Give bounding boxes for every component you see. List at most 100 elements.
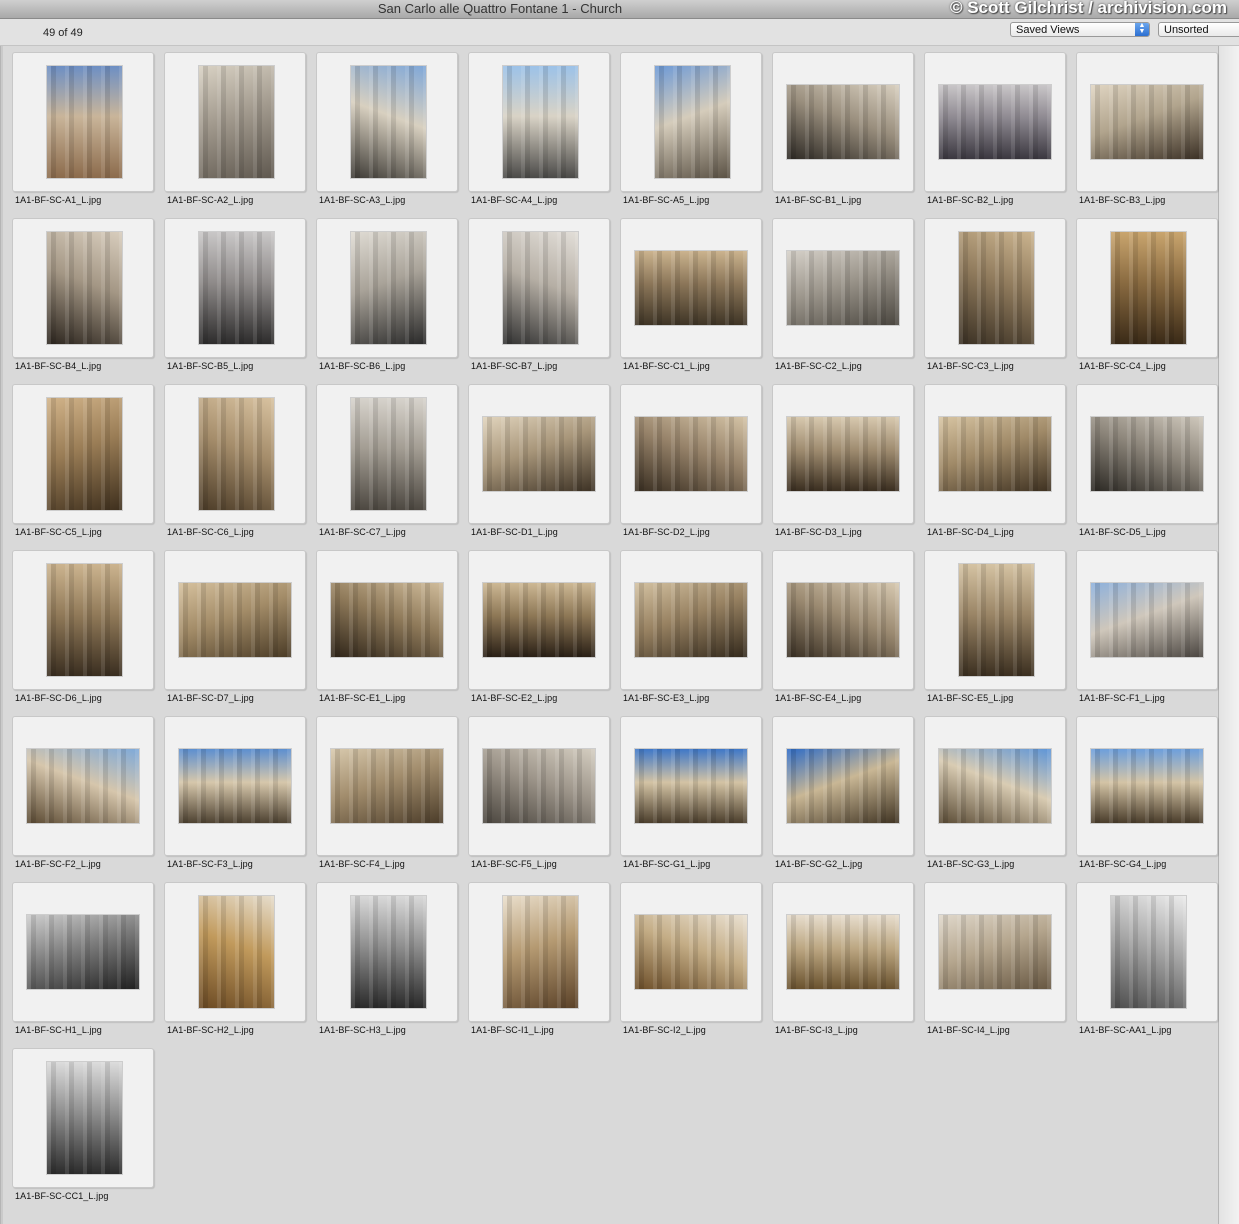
thumbnail-item[interactable]: 1A1-BF-SC-H1_L.jpg [3,876,155,1042]
photo-thumbnail[interactable] [503,66,578,178]
thumbnail-frame[interactable] [164,52,306,192]
thumbnail-frame[interactable] [468,218,610,358]
photo-thumbnail[interactable] [503,232,578,344]
thumbnail-frame[interactable] [316,218,458,358]
photo-thumbnail[interactable] [939,85,1051,159]
photo-thumbnail[interactable] [939,417,1051,491]
thumbnail-item[interactable]: 1A1-BF-SC-C1_L.jpg [611,212,763,378]
thumbnail-item[interactable]: 1A1-BF-SC-A2_L.jpg [155,46,307,212]
photo-thumbnail[interactable] [1091,417,1203,491]
photo-thumbnail[interactable] [199,66,274,178]
thumbnail-frame[interactable] [468,384,610,524]
thumbnail-item[interactable]: 1A1-BF-SC-H2_L.jpg [155,876,307,1042]
thumbnail-item[interactable]: 1A1-BF-SC-I3_L.jpg [763,876,915,1042]
thumbnail-item[interactable]: 1A1-BF-SC-B5_L.jpg [155,212,307,378]
thumbnail-frame[interactable] [924,384,1066,524]
thumbnail-item[interactable]: 1A1-BF-SC-G2_L.jpg [763,710,915,876]
photo-thumbnail[interactable] [351,398,426,510]
thumbnail-frame[interactable] [12,52,154,192]
thumbnail-frame[interactable] [12,384,154,524]
thumbnail-frame[interactable] [164,218,306,358]
thumbnail-item[interactable]: 1A1-BF-SC-AA1_L.jpg [1067,876,1219,1042]
thumbnail-item[interactable]: 1A1-BF-SC-F3_L.jpg [155,710,307,876]
photo-thumbnail[interactable] [787,749,899,823]
thumbnail-frame[interactable] [620,550,762,690]
thumbnail-frame[interactable] [772,384,914,524]
photo-thumbnail[interactable] [635,915,747,989]
photo-thumbnail[interactable] [47,1062,122,1174]
photo-thumbnail[interactable] [1111,896,1186,1008]
thumbnail-item[interactable]: 1A1-BF-SC-C3_L.jpg [915,212,1067,378]
photo-thumbnail[interactable] [331,583,443,657]
thumbnail-frame[interactable] [468,550,610,690]
thumbnail-frame[interactable] [468,882,610,1022]
photo-thumbnail[interactable] [1111,232,1186,344]
thumbnail-frame[interactable] [164,716,306,856]
thumbnail-item[interactable]: 1A1-BF-SC-G4_L.jpg [1067,710,1219,876]
thumbnail-item[interactable]: 1A1-BF-SC-A1_L.jpg [3,46,155,212]
thumbnail-item[interactable]: 1A1-BF-SC-D1_L.jpg [459,378,611,544]
photo-thumbnail[interactable] [47,564,122,676]
thumbnail-item[interactable]: 1A1-BF-SC-C5_L.jpg [3,378,155,544]
photo-thumbnail[interactable] [199,896,274,1008]
thumbnail-frame[interactable] [12,1048,154,1188]
photo-thumbnail[interactable] [483,417,595,491]
thumbnail-frame[interactable] [316,716,458,856]
photo-thumbnail[interactable] [47,232,122,344]
thumbnail-item[interactable]: 1A1-BF-SC-I4_L.jpg [915,876,1067,1042]
thumbnail-frame[interactable] [924,882,1066,1022]
thumbnail-frame[interactable] [12,218,154,358]
photo-thumbnail[interactable] [959,232,1034,344]
photo-thumbnail[interactable] [199,232,274,344]
thumbnail-item[interactable]: 1A1-BF-SC-B7_L.jpg [459,212,611,378]
photo-thumbnail[interactable] [787,417,899,491]
photo-thumbnail[interactable] [483,583,595,657]
thumbnail-frame[interactable] [164,550,306,690]
photo-thumbnail[interactable] [635,251,747,325]
photo-thumbnail[interactable] [787,915,899,989]
photo-thumbnail[interactable] [331,749,443,823]
thumbnail-frame[interactable] [1076,550,1218,690]
thumbnail-item[interactable]: 1A1-BF-SC-E3_L.jpg [611,544,763,710]
photo-thumbnail[interactable] [199,398,274,510]
photo-thumbnail[interactable] [27,915,139,989]
photo-thumbnail[interactable] [179,749,291,823]
thumbnail-item[interactable]: 1A1-BF-SC-B4_L.jpg [3,212,155,378]
thumbnail-frame[interactable] [620,218,762,358]
thumbnail-item[interactable]: 1A1-BF-SC-F4_L.jpg [307,710,459,876]
thumbnail-frame[interactable] [12,550,154,690]
photo-thumbnail[interactable] [635,417,747,491]
photo-thumbnail[interactable] [635,749,747,823]
thumbnail-frame[interactable] [316,52,458,192]
thumbnail-frame[interactable] [468,52,610,192]
photo-thumbnail[interactable] [939,749,1051,823]
thumbnail-item[interactable]: 1A1-BF-SC-B1_L.jpg [763,46,915,212]
thumbnail-item[interactable]: 1A1-BF-SC-B6_L.jpg [307,212,459,378]
thumbnail-item[interactable]: 1A1-BF-SC-D6_L.jpg [3,544,155,710]
thumbnail-item[interactable]: 1A1-BF-SC-G1_L.jpg [611,710,763,876]
thumbnail-item[interactable]: 1A1-BF-SC-I2_L.jpg [611,876,763,1042]
photo-thumbnail[interactable] [959,564,1034,676]
thumbnail-frame[interactable] [316,384,458,524]
thumbnail-frame[interactable] [164,384,306,524]
thumbnail-item[interactable]: 1A1-BF-SC-E4_L.jpg [763,544,915,710]
saved-views-dropdown[interactable]: Saved Views ▲ ▼ [1010,22,1150,37]
thumbnail-frame[interactable] [164,882,306,1022]
thumbnail-item[interactable]: 1A1-BF-SC-A4_L.jpg [459,46,611,212]
thumbnail-item[interactable]: 1A1-BF-SC-D5_L.jpg [1067,378,1219,544]
thumbnail-frame[interactable] [924,716,1066,856]
thumbnail-item[interactable]: 1A1-BF-SC-F1_L.jpg [1067,544,1219,710]
photo-thumbnail[interactable] [939,915,1051,989]
thumbnail-item[interactable]: 1A1-BF-SC-A3_L.jpg [307,46,459,212]
photo-thumbnail[interactable] [1091,749,1203,823]
thumbnail-frame[interactable] [468,716,610,856]
thumbnail-item[interactable]: 1A1-BF-SC-A5_L.jpg [611,46,763,212]
thumbnail-frame[interactable] [620,882,762,1022]
sort-dropdown[interactable]: Unsorted [1158,22,1239,37]
vertical-scrollbar[interactable] [1219,46,1239,1224]
thumbnail-frame[interactable] [12,882,154,1022]
photo-thumbnail[interactable] [635,583,747,657]
thumbnail-item[interactable]: 1A1-BF-SC-E5_L.jpg [915,544,1067,710]
thumbnail-frame[interactable] [772,218,914,358]
thumbnail-frame[interactable] [772,882,914,1022]
